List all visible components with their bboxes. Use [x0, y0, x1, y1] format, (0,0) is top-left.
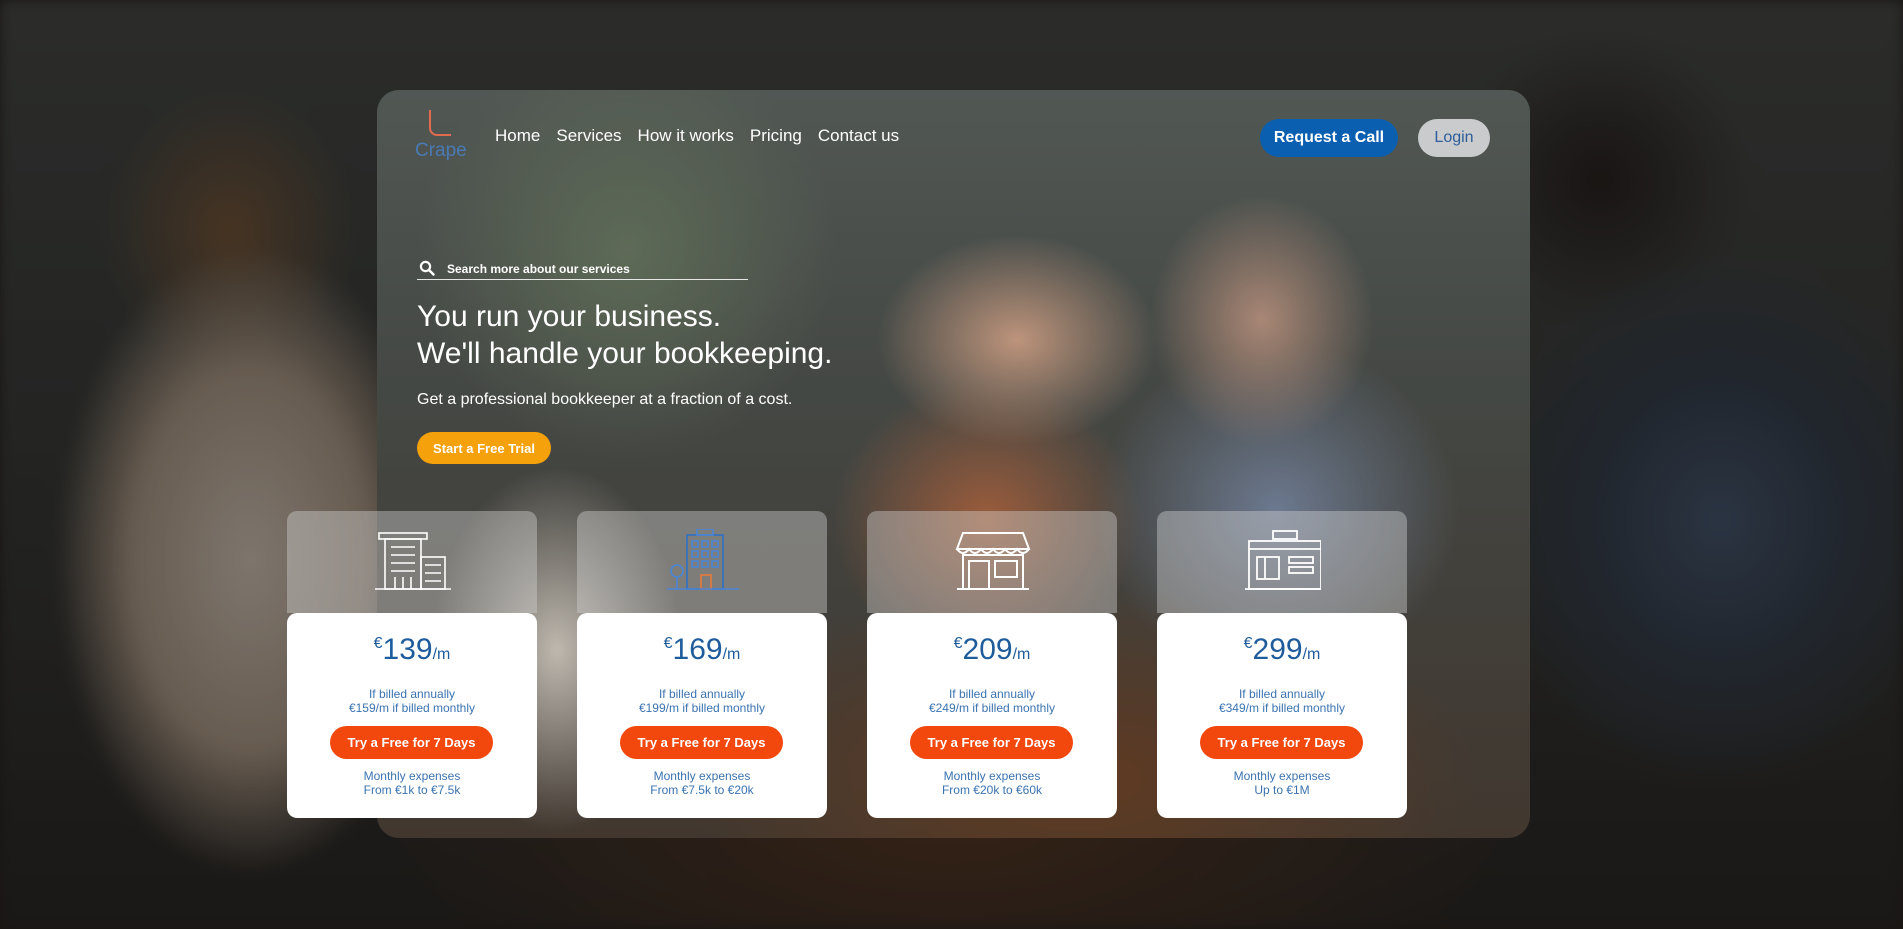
card-body: €299/m If billed annually €349/m if bill… — [1157, 613, 1407, 818]
nav-how-it-works[interactable]: How it works — [638, 126, 734, 146]
shop-counter-icon — [1245, 529, 1322, 593]
try-free-button[interactable]: Try a Free for 7 Days — [330, 726, 493, 759]
expenses-label: Monthly expenses — [363, 769, 461, 783]
city-building-icon — [665, 528, 741, 593]
expenses-info: Monthly expenses From €1k to €7.5k — [287, 769, 537, 797]
expenses-label: Monthly expenses — [1233, 769, 1331, 783]
price-amount: 169 — [672, 633, 723, 666]
logo[interactable]: Crape — [415, 108, 477, 168]
try-free-button[interactable]: Try a Free for 7 Days — [910, 726, 1073, 759]
billing-annual: If billed annually — [1238, 687, 1326, 701]
price-currency: € — [1243, 635, 1253, 652]
headline-line-2: We'll handle your bookkeeping. — [417, 337, 833, 370]
billing-monthly: €199/m if billed monthly — [638, 701, 766, 715]
headline-line-1: You run your business. — [417, 300, 722, 333]
hero-headline: You run your business. We'll handle your… — [417, 298, 832, 372]
card-icon-area — [577, 511, 827, 613]
price-period: /m — [1302, 646, 1321, 663]
nav-services[interactable]: Services — [556, 126, 621, 146]
billing-annual: If billed annually — [658, 687, 746, 701]
expenses-range: From €20k to €60k — [941, 783, 1043, 797]
plan-price: €209/m — [867, 633, 1117, 673]
search-icon[interactable] — [419, 260, 435, 276]
logo-text: Crape — [415, 140, 467, 161]
pricing-card: €169/m If billed annually €199/m if bill… — [577, 511, 827, 818]
billing-info: If billed annually €199/m if billed mont… — [577, 687, 827, 715]
card-body: €169/m If billed annually €199/m if bill… — [577, 613, 827, 818]
storefront-icon — [955, 529, 1031, 593]
billing-info: If billed annually €349/m if billed mont… — [1157, 687, 1407, 715]
expenses-range: Up to €1M — [1254, 783, 1310, 797]
search-bar — [417, 258, 748, 280]
nav-pricing[interactable]: Pricing — [750, 126, 802, 146]
price-currency: € — [953, 635, 963, 652]
expenses-label: Monthly expenses — [943, 769, 1041, 783]
card-icon-area — [287, 511, 537, 613]
billing-info: If billed annually €159/m if billed mont… — [287, 687, 537, 715]
request-call-button[interactable]: Request a Call — [1260, 119, 1398, 157]
plan-price: €299/m — [1157, 633, 1407, 673]
price-currency: € — [663, 635, 673, 652]
billing-monthly: €249/m if billed monthly — [928, 701, 1056, 715]
price-period: /m — [1012, 646, 1031, 663]
expenses-info: Monthly expenses From €7.5k to €20k — [577, 769, 827, 797]
card-icon-area — [867, 511, 1117, 613]
billing-annual: If billed annually — [948, 687, 1036, 701]
price-period: /m — [722, 646, 741, 663]
main-nav: Home Services How it works Pricing Conta… — [495, 126, 899, 146]
expenses-info: Monthly expenses From €20k to €60k — [867, 769, 1117, 797]
card-body: €139/m If billed annually €159/m if bill… — [287, 613, 537, 818]
expenses-label: Monthly expenses — [653, 769, 751, 783]
logo-mark — [429, 110, 451, 136]
price-amount: 139 — [382, 633, 433, 666]
pricing-card: €209/m If billed annually €249/m if bill… — [867, 511, 1117, 818]
card-icon-area — [1157, 511, 1407, 613]
hero-subheadline: Get a professional bookkeeper at a fract… — [417, 391, 793, 408]
login-button[interactable]: Login — [1418, 119, 1490, 157]
price-currency: € — [373, 635, 383, 652]
price-period: /m — [432, 646, 451, 663]
expenses-range: From €7.5k to €20k — [650, 783, 754, 797]
billing-info: If billed annually €249/m if billed mont… — [867, 687, 1117, 715]
nav-home[interactable]: Home — [495, 126, 540, 146]
search-input[interactable] — [447, 260, 737, 278]
billing-monthly: €159/m if billed monthly — [348, 701, 476, 715]
try-free-button[interactable]: Try a Free for 7 Days — [1200, 726, 1363, 759]
pricing-card: €299/m If billed annually €349/m if bill… — [1157, 511, 1407, 818]
price-amount: 209 — [962, 633, 1013, 666]
billing-monthly: €349/m if billed monthly — [1218, 701, 1346, 715]
nav-contact-us[interactable]: Contact us — [818, 126, 899, 146]
start-free-trial-button[interactable]: Start a Free Trial — [417, 432, 551, 464]
office-building-icon — [375, 529, 451, 593]
plan-price: €139/m — [287, 633, 537, 673]
expenses-range: From €1k to €7.5k — [363, 783, 461, 797]
plan-price: €169/m — [577, 633, 827, 673]
expenses-info: Monthly expenses Up to €1M — [1157, 769, 1407, 797]
price-amount: 299 — [1252, 633, 1303, 666]
pricing-card: €139/m If billed annually €159/m if bill… — [287, 511, 537, 818]
try-free-button[interactable]: Try a Free for 7 Days — [620, 726, 783, 759]
card-body: €209/m If billed annually €249/m if bill… — [867, 613, 1117, 818]
billing-annual: If billed annually — [368, 687, 456, 701]
